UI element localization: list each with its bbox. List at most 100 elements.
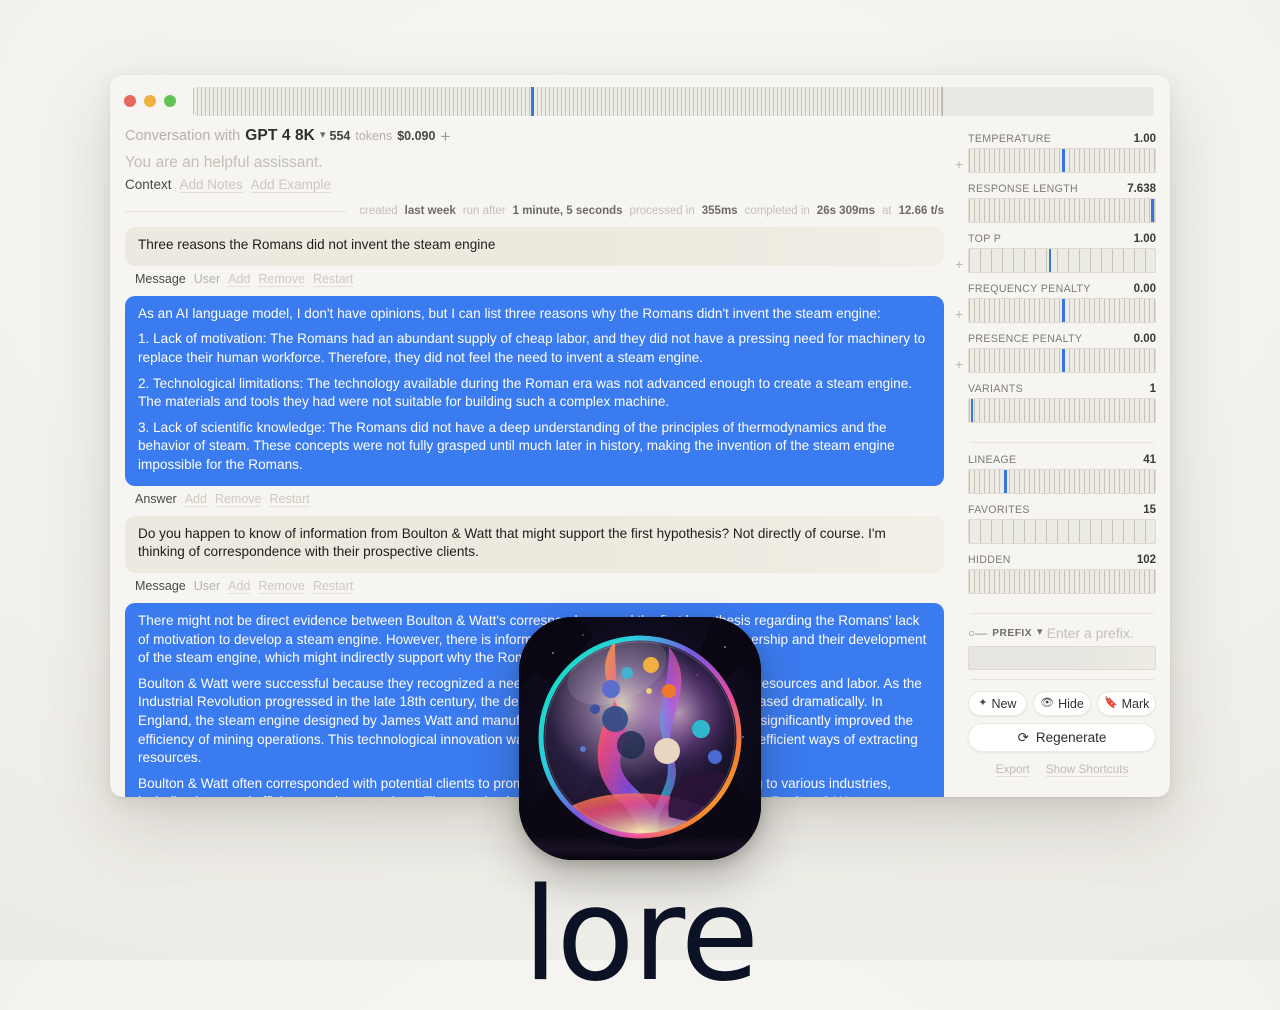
created-label: created (359, 205, 398, 218)
message-role-sub[interactable]: User (194, 579, 220, 593)
param-slider-track[interactable] (968, 469, 1156, 494)
remove-action[interactable]: Remove (258, 579, 305, 594)
param-slider-track[interactable] (968, 148, 1156, 173)
param-slider-track[interactable] (968, 519, 1156, 544)
zoom-button[interactable] (164, 95, 176, 107)
message-role-sub[interactable]: User (194, 272, 220, 286)
history-timeline-scrubber[interactable] (193, 86, 1154, 116)
close-button[interactable] (124, 95, 136, 107)
param-slider-track[interactable] (968, 248, 1156, 273)
new-button[interactable]: ✦ New (968, 691, 1027, 716)
restart-action[interactable]: Restart (312, 272, 354, 287)
message-paragraph: 2. Technological limitations: The techno… (138, 375, 913, 410)
slider-knob[interactable] (1062, 149, 1065, 172)
regenerate-button[interactable]: ⟳ Regenerate (968, 723, 1156, 752)
param-slider-track[interactable] (968, 569, 1156, 594)
message-paragraph: 3. Lack of scientific knowledge: The Rom… (138, 419, 895, 473)
export-link[interactable]: Export (995, 762, 1030, 777)
system-prompt[interactable]: You are an helpful assissant. (125, 154, 944, 173)
sidebar-footer-links: Export Show Shortcuts (968, 762, 1156, 777)
show-shortcuts-link[interactable]: Show Shortcuts (1045, 762, 1129, 777)
param-variants: VARIANTS 1 (968, 383, 1156, 423)
param-header: TEMPERATURE 1.00 (968, 133, 1156, 145)
param-slider-track[interactable] (968, 398, 1156, 423)
param-slider-track[interactable] (968, 198, 1156, 223)
run-metadata: created last week run after 1 minute, 5 … (125, 205, 944, 217)
model-selector[interactable]: GPT 4 8K (245, 127, 315, 146)
context-row: Context Add Notes Add Example (125, 177, 944, 194)
add-action[interactable]: Add (228, 272, 251, 287)
chevron-up-down-icon[interactable]: ▾ (320, 130, 325, 141)
hide-button[interactable]: 👁 Hide (1032, 691, 1092, 716)
bookmark-icon: 🔖 (1103, 697, 1118, 709)
add-notes-action[interactable]: Add Notes (179, 177, 243, 194)
plus-icon[interactable]: + (440, 128, 450, 145)
run-after-value: 1 minute, 5 seconds (512, 205, 623, 218)
user-message-bubble[interactable]: Three reasons the Romans did not invent … (125, 227, 944, 266)
param-header: HIDDEN 102 (968, 554, 1156, 566)
parameter-slider-list: TEMPERATURE 1.00 + RESPONSE LENGTH 7.638 TOP … (955, 133, 1156, 433)
user-message-bubble[interactable]: Do you happen to know of information fro… (125, 515, 944, 573)
prefix-label: PREFIX (992, 627, 1033, 639)
param-header: RESPONSE LENGTH 7.638 (968, 183, 1156, 195)
add-example-action[interactable]: Add Example (250, 177, 331, 194)
message-paragraph: As an AI language model, I don't have op… (138, 305, 881, 321)
sidebar-divider (970, 679, 1154, 680)
add-action[interactable]: Add (184, 492, 207, 507)
message-paragraph: Do you happen to know of information fro… (138, 525, 886, 560)
message-role-label: Answer (135, 491, 177, 506)
slider-knob[interactable] (1048, 249, 1052, 272)
param-value: 102 (1136, 554, 1156, 566)
add-variant-icon[interactable]: + (955, 307, 963, 321)
new-button-label: New (991, 696, 1017, 711)
slider-ticks (969, 249, 1155, 272)
chevron-up-down-icon[interactable]: ▾ (1037, 627, 1042, 638)
slider-knob[interactable] (1151, 199, 1154, 222)
restart-action[interactable]: Restart (312, 579, 354, 594)
param-slider-track[interactable] (968, 348, 1156, 373)
lore-wordmark: lore (522, 861, 759, 1010)
cost-value: $0.090 (397, 128, 436, 143)
message-role-label: Message (135, 271, 186, 286)
param-header: VARIANTS 1 (968, 383, 1156, 395)
param-slider-track[interactable] (968, 298, 1156, 323)
slider-knob[interactable] (970, 399, 974, 422)
completed-value: 26s 309ms (816, 205, 875, 218)
rate-label: at (882, 205, 892, 218)
hide-button-label: Hide (1058, 696, 1084, 711)
prefix-input[interactable] (968, 646, 1156, 670)
add-variant-icon[interactable]: + (955, 257, 963, 271)
slider-knob[interactable] (1062, 299, 1065, 322)
add-variant-icon[interactable]: + (955, 357, 963, 371)
param-frequency-penalty: FREQUENCY PENALTY 0.00 + (955, 283, 1156, 323)
message-actions: Answer Add Remove Restart (125, 486, 944, 516)
param-header: LINEAGE 41 (968, 454, 1156, 466)
slider-ticks (969, 570, 1155, 593)
add-action[interactable]: Add (228, 579, 251, 594)
sparkle-icon: ✦ (978, 697, 988, 709)
sidebar-divider (970, 613, 1154, 614)
restart-action[interactable]: Restart (269, 492, 310, 507)
remove-action[interactable]: Remove (258, 272, 305, 287)
magnifier-icon[interactable]: ○— (968, 626, 987, 640)
message-paragraph: Three reasons the Romans did not invent … (138, 237, 496, 253)
sidebar-divider (970, 442, 1154, 443)
message-paragraph: 1. Lack of motivation: The Romans had an… (138, 331, 926, 366)
param-value: 1.00 (1133, 233, 1156, 245)
app-icon (519, 617, 761, 860)
param-header: FREQUENCY PENALTY 0.00 (968, 283, 1156, 295)
context-label: Context (125, 177, 172, 193)
assistant-message-bubble[interactable]: As an AI language model, I don't have op… (125, 295, 944, 486)
remove-action[interactable]: Remove (214, 492, 262, 507)
mark-button[interactable]: 🔖 Mark (1097, 691, 1157, 716)
slider-knob[interactable] (1004, 470, 1007, 493)
rate-value: 12.66 t/s (898, 205, 944, 218)
slider-knob[interactable] (1062, 349, 1065, 372)
processed-value: 355ms (701, 205, 738, 218)
conversation-with-label: Conversation with (125, 127, 241, 144)
timeline-playhead[interactable] (531, 86, 535, 116)
minimize-button[interactable] (144, 95, 156, 107)
settings-sidebar: TEMPERATURE 1.00 + RESPONSE LENGTH 7.638 TOP … (955, 127, 1170, 797)
param-name: TOP P (968, 233, 1002, 245)
add-variant-icon[interactable]: + (955, 157, 963, 171)
